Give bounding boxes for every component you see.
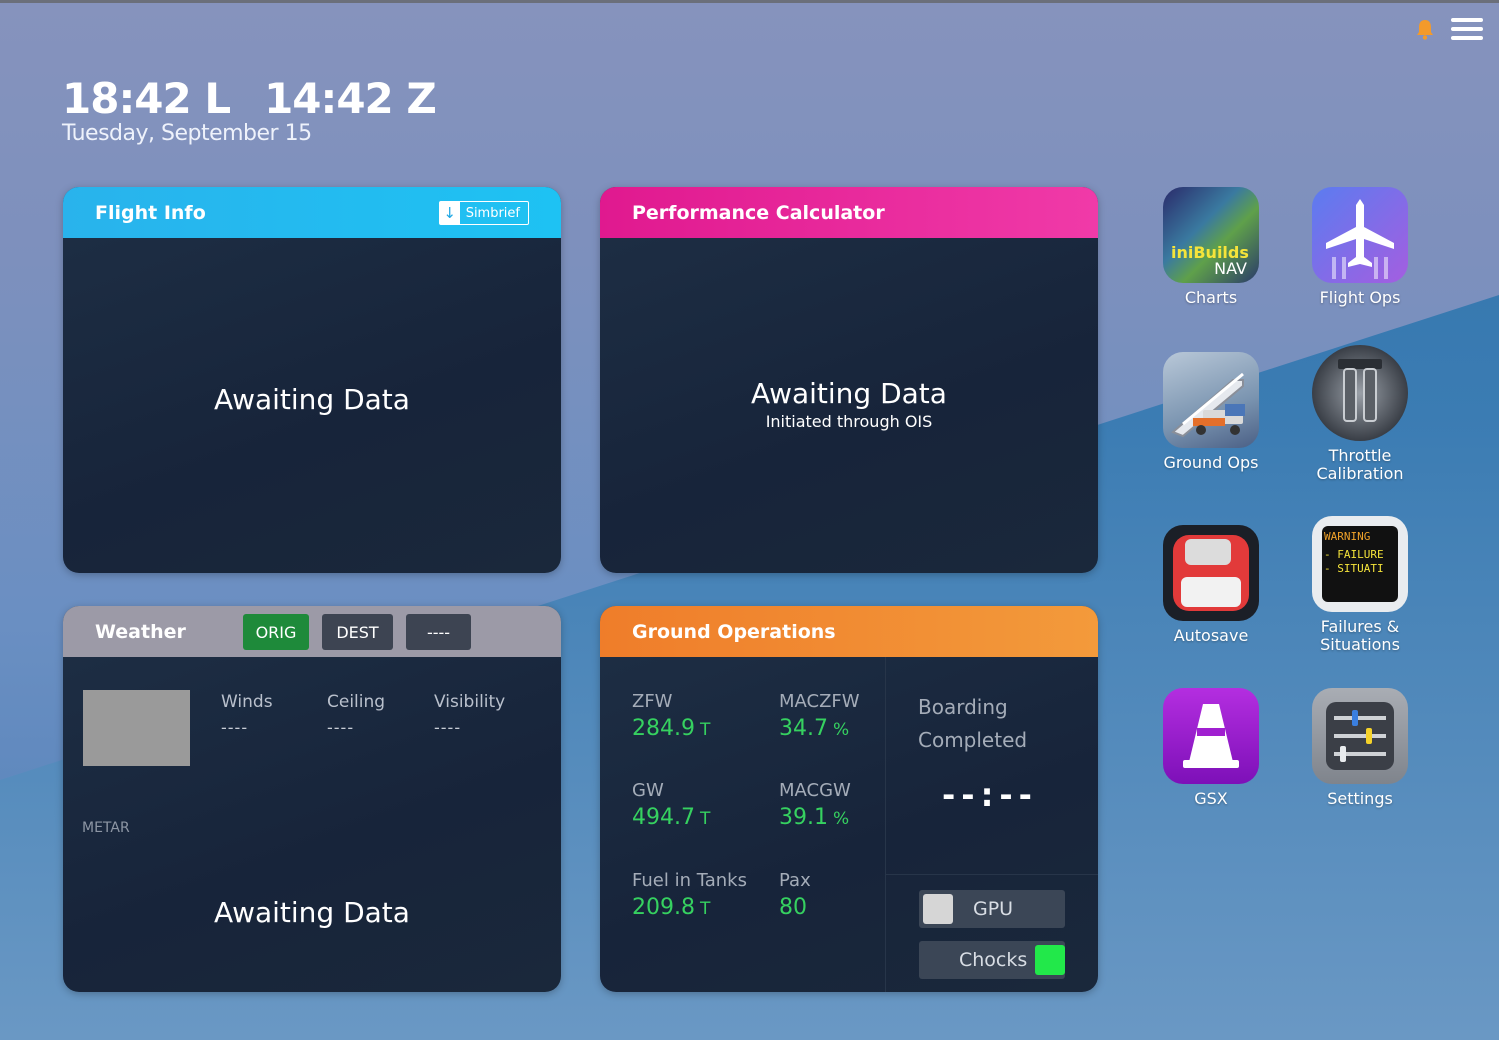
ground-ops-divider-horizontal bbox=[886, 874, 1098, 875]
failures-label: Failures & Situations bbox=[1320, 617, 1400, 654]
sliders-glyph bbox=[1326, 702, 1394, 770]
pax-value: 80 bbox=[779, 895, 807, 920]
sliders-icon bbox=[1312, 688, 1408, 784]
flight-info-card: Flight Info ↓ Simbrief Awaiting Data bbox=[63, 187, 561, 573]
failures-screen: WARNING - FAILURE - SITUATI bbox=[1322, 526, 1398, 602]
failures-screen-line1: WARNING bbox=[1324, 530, 1371, 543]
throttle-icon bbox=[1312, 345, 1408, 441]
visibility-value: ---- bbox=[434, 718, 462, 737]
failures-screen-line3: - SITUATI bbox=[1324, 562, 1384, 575]
flight-info-status: Awaiting Data bbox=[214, 383, 410, 416]
ground-ops-card: Ground Operations ZFW 284.9 T MACZFW 34.7… bbox=[600, 606, 1098, 992]
charts-icon: iniBuilds NAV bbox=[1163, 187, 1259, 283]
charts-sub: NAV bbox=[1214, 259, 1247, 278]
gsx-label: GSX bbox=[1194, 789, 1228, 808]
fuel-label: Fuel in Tanks bbox=[632, 870, 747, 891]
cone-glyph bbox=[1183, 704, 1239, 768]
performance-card[interactable]: Performance Calculator Awaiting Data Ini… bbox=[600, 187, 1098, 573]
gpu-label: GPU bbox=[973, 898, 1014, 920]
pax-label: Pax bbox=[779, 870, 811, 891]
app-failures[interactable]: WARNING - FAILURE - SITUATI Failures & S… bbox=[1290, 516, 1430, 654]
simbrief-label: Simbrief bbox=[465, 205, 520, 221]
date: Tuesday, September 15 bbox=[62, 121, 312, 146]
zfw-label: ZFW bbox=[632, 691, 673, 712]
autosave-label: Autosave bbox=[1173, 626, 1249, 645]
airplane-glyph bbox=[1326, 199, 1394, 279]
app-charts[interactable]: iniBuilds NAV Charts bbox=[1141, 187, 1281, 307]
clock: 18:42 L 14:42 Z Tuesday, September 15 bbox=[62, 74, 437, 146]
flight-ops-label: Flight Ops bbox=[1319, 288, 1401, 307]
app-throttle-calibration[interactable]: Throttle Calibration bbox=[1290, 345, 1430, 483]
floppy-disk-glyph bbox=[1173, 535, 1249, 611]
ceiling-label: Ceiling bbox=[327, 692, 386, 712]
cone-icon bbox=[1163, 688, 1259, 784]
winds-label: Winds bbox=[221, 692, 273, 712]
stairs-truck-icon bbox=[1163, 352, 1259, 448]
top-edge bbox=[0, 0, 1499, 3]
metar-label: METAR bbox=[82, 820, 130, 836]
performance-title: Performance Calculator bbox=[632, 201, 885, 224]
ground-ops-title: Ground Operations bbox=[632, 620, 836, 643]
boarding-time: --:-- bbox=[942, 776, 1038, 814]
ceiling-value: ---- bbox=[327, 718, 355, 737]
gw-value: 494.7 T bbox=[632, 805, 711, 830]
app-settings[interactable]: Settings bbox=[1290, 688, 1430, 808]
floppy-disk-icon bbox=[1163, 525, 1259, 621]
orig-button[interactable]: ORIG bbox=[243, 614, 309, 650]
boarding-line2: Completed bbox=[918, 728, 1028, 752]
app-ground-ops[interactable]: Ground Ops bbox=[1141, 352, 1281, 472]
gw-label: GW bbox=[632, 780, 664, 801]
boarding-status: Boarding Completed bbox=[918, 691, 1027, 757]
ground-ops-label: Ground Ops bbox=[1163, 453, 1259, 472]
throttle-label: Throttle Calibration bbox=[1316, 446, 1404, 483]
bell-icon[interactable] bbox=[1415, 18, 1435, 40]
app-autosave[interactable]: Autosave bbox=[1141, 525, 1281, 645]
settings-label: Settings bbox=[1327, 789, 1393, 808]
ground-ops-header: Ground Operations bbox=[600, 606, 1098, 657]
performance-status: Awaiting Data bbox=[751, 377, 947, 410]
stairs-truck-glyph bbox=[1171, 372, 1245, 438]
fuel-value: 209.8 T bbox=[632, 895, 711, 920]
failures-screen-line2: - FAILURE bbox=[1324, 548, 1384, 561]
ground-ops-divider-vertical bbox=[885, 657, 886, 992]
weather-status: Awaiting Data bbox=[214, 896, 410, 929]
chocks-knob bbox=[1035, 945, 1065, 975]
boarding-line1: Boarding bbox=[918, 695, 1008, 719]
weather-image-placeholder bbox=[83, 690, 190, 766]
menu-icon[interactable] bbox=[1451, 18, 1483, 40]
macgw-value: 39.1% bbox=[779, 805, 850, 830]
performance-header: Performance Calculator bbox=[600, 187, 1098, 238]
gpu-knob bbox=[923, 894, 953, 924]
weather-header: Weather ORIG DEST ---- bbox=[63, 606, 561, 657]
app-gsx[interactable]: GSX bbox=[1141, 688, 1281, 808]
winds-value: ---- bbox=[221, 718, 249, 737]
airplane-icon bbox=[1312, 187, 1408, 283]
maczfw-value: 34.7% bbox=[779, 716, 850, 741]
charts-label: Charts bbox=[1184, 288, 1238, 307]
flight-info-header: Flight Info ↓ Simbrief bbox=[63, 187, 561, 238]
simbrief-button[interactable]: ↓ Simbrief bbox=[438, 201, 529, 225]
visibility-label: Visibility bbox=[434, 692, 506, 712]
macgw-label: MACGW bbox=[779, 780, 851, 801]
weather-title: Weather bbox=[95, 620, 186, 643]
maczfw-label: MACZFW bbox=[779, 691, 860, 712]
alternate-button[interactable]: ---- bbox=[406, 614, 471, 650]
chocks-label: Chocks bbox=[959, 949, 1028, 971]
dest-button[interactable]: DEST bbox=[322, 614, 393, 650]
weather-card: Weather ORIG DEST ---- Winds ---- Ceilin… bbox=[63, 606, 561, 992]
local-time: 18:42 L bbox=[62, 74, 231, 123]
chocks-toggle[interactable]: Chocks bbox=[919, 941, 1065, 979]
app-flight-ops[interactable]: Flight Ops bbox=[1290, 187, 1430, 307]
top-right-icons bbox=[1415, 18, 1483, 40]
performance-sub: Initiated through OIS bbox=[765, 412, 933, 431]
gpu-toggle[interactable]: GPU bbox=[919, 890, 1065, 928]
failures-icon: WARNING - FAILURE - SITUATI bbox=[1312, 516, 1408, 612]
performance-status-block: Awaiting Data Initiated through OIS bbox=[600, 377, 1098, 431]
zulu-time: 14:42 Z bbox=[264, 74, 437, 123]
throttle-glyph bbox=[1338, 359, 1382, 422]
flight-info-title: Flight Info bbox=[95, 201, 206, 224]
zfw-value: 284.9 T bbox=[632, 716, 711, 741]
download-icon: ↓ bbox=[439, 202, 460, 224]
